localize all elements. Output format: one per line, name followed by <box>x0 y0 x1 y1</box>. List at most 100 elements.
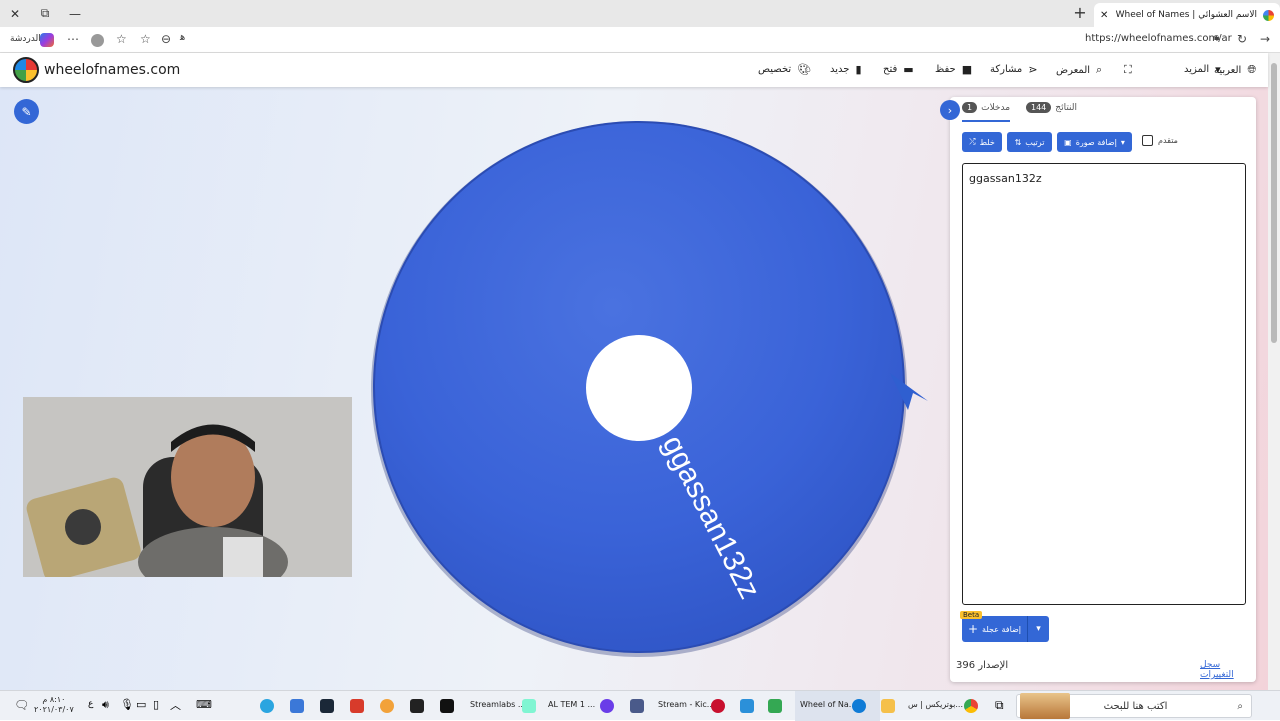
nav-gallery[interactable]: ⌕ المعرض <box>1056 63 1102 77</box>
nav-open[interactable]: ▬ فتح <box>883 63 914 76</box>
sort-button[interactable]: ترتيب ⇅ <box>1007 132 1052 152</box>
share-icon: ⋖ <box>1028 63 1038 76</box>
chrome-app-icon[interactable] <box>964 699 978 713</box>
advanced-checkbox[interactable] <box>1142 135 1153 146</box>
opera-app-icon[interactable] <box>711 699 725 713</box>
add-wheel-main[interactable]: إضافة عجلة + <box>962 616 1027 642</box>
favorites-icon[interactable]: ☆ <box>116 32 127 46</box>
lock-icon[interactable]: 🔒︎ <box>1214 32 1219 43</box>
new-tab-button[interactable]: + <box>1070 3 1090 23</box>
tab-entries[interactable]: مدخلات 1 <box>962 102 1010 113</box>
scroll-thumb[interactable] <box>1271 63 1277 343</box>
taskbar-clock[interactable]: ٨:١٠ م ٢٠٢١/٠٣/٠٧ <box>34 695 74 715</box>
nav-new[interactable]: ▮ جديد <box>830 63 862 76</box>
taskbar-app-label[interactable]: بوتريكس | س... <box>908 700 963 709</box>
search-icon: ⌕ <box>1237 700 1243 712</box>
battery-icon[interactable]: ▭ <box>136 698 146 711</box>
restore-window-icon[interactable]: ⧉ <box>30 0 60 27</box>
wheel[interactable]: ggassan132z <box>360 112 940 672</box>
steam-app-icon[interactable] <box>320 699 334 713</box>
volume-icon[interactable]: 🔊︎ <box>102 698 109 712</box>
taskbar-app-label[interactable]: Stream - Kic... <box>658 700 714 709</box>
nav-customize[interactable]: 🎨︎ تخصيص <box>758 63 811 76</box>
notifications-icon[interactable]: 🗨︎ <box>14 698 29 712</box>
obs-app-icon[interactable] <box>600 699 614 713</box>
url-input[interactable]: https://wheelofnames.com/ar <box>1085 33 1232 44</box>
fullscreen-button[interactable]: ⛶ <box>1124 63 1132 77</box>
refresh-icon[interactable]: ↻ <box>1237 32 1247 46</box>
copilot-icon[interactable] <box>40 33 54 47</box>
network-icon[interactable]: ▯ <box>153 698 159 711</box>
close-window-icon[interactable]: ✕ <box>0 0 30 27</box>
more-menu-icon[interactable]: ⋯ <box>67 32 79 46</box>
microphone-icon[interactable]: 🎙︎ <box>120 698 134 711</box>
profile-avatar-icon[interactable] <box>91 34 104 47</box>
vscode-app-icon[interactable] <box>290 699 304 713</box>
entries-count-badge: 1 <box>962 102 978 113</box>
nav-more-label: المزيد <box>1184 64 1210 75</box>
nav-new-label: جديد <box>830 64 850 75</box>
collapse-panel-button[interactable]: › <box>940 100 960 120</box>
tab-favicon-icon <box>1263 9 1274 21</box>
version-info: الإصدار 396 <box>956 660 1008 671</box>
advanced-toggle[interactable]: متقدم <box>1142 135 1178 146</box>
task-view-icon[interactable]: ⧉ <box>995 698 1004 713</box>
plus-icon: + <box>967 622 979 636</box>
nav-save[interactable]: ■ حفظ <box>935 63 972 76</box>
site-logo-icon[interactable] <box>13 57 39 83</box>
image-icon: ▣ <box>1064 137 1072 147</box>
entries-textarea[interactable]: ggassan132z <box>962 163 1246 605</box>
shuffle-button[interactable]: خلط ⤮ <box>962 132 1002 152</box>
adobe-app-icon[interactable] <box>350 699 364 713</box>
minimize-window-icon[interactable]: — <box>60 0 90 27</box>
edit-title-button[interactable]: ✎ <box>14 99 39 124</box>
edge-app-icon[interactable] <box>852 699 866 713</box>
clock-time: ٨:١٠ م <box>42 695 66 704</box>
mail-app-icon[interactable] <box>740 699 754 713</box>
shuffle-label: خلط <box>979 137 995 147</box>
browser-tab[interactable]: ✕ الاسم العشوائي | Wheel of Names <box>1094 3 1280 27</box>
store-app-icon[interactable] <box>768 699 782 713</box>
streamlabs-app-icon[interactable] <box>522 699 536 713</box>
changelog-link[interactable]: سجل التغييرات <box>1200 660 1256 680</box>
tab-close-icon[interactable]: ✕ <box>1100 10 1108 21</box>
results-count-badge: 144 <box>1026 102 1052 113</box>
save-icon: ■ <box>961 63 973 76</box>
nav-save-label: حفظ <box>935 64 956 75</box>
wheel-center[interactable] <box>586 335 692 441</box>
taskbar-app-label[interactable]: Wheel of Na... <box>800 700 856 709</box>
page-scrollbar[interactable] <box>1268 53 1280 690</box>
beta-badge: Beta <box>960 611 983 619</box>
pencil-icon: ✎ <box>21 104 32 119</box>
nav-language[interactable]: 🌐︎ العربية <box>1214 63 1256 77</box>
back-arrow-icon[interactable]: → <box>1260 32 1270 46</box>
translate-icon[interactable]: ﻫ <box>180 32 185 43</box>
input-language[interactable]: ع <box>88 699 93 709</box>
telegram-app-icon[interactable] <box>260 699 274 713</box>
add-image-dropdown[interactable]: ▾ إضافة صورة ▣ <box>1057 132 1132 152</box>
search-highlight-image[interactable] <box>1020 693 1070 719</box>
nav-language-label: العربية <box>1214 64 1242 76</box>
site-name-link[interactable]: wheelofnames.com <box>44 62 180 78</box>
version-number: 396 <box>956 660 976 671</box>
nav-customize-label: تخصيص <box>758 64 792 75</box>
document-app-icon[interactable] <box>630 699 644 713</box>
profile-label[interactable]: الدردشة <box>10 34 41 44</box>
photoshop-app-icon[interactable] <box>380 699 394 713</box>
tab-title: الاسم العشوائي | Wheel of Names <box>1115 10 1257 20</box>
tab-results[interactable]: النتائج 144 <box>1026 102 1077 113</box>
tiktok-app-icon[interactable] <box>440 699 454 713</box>
add-favorite-icon[interactable]: ☆ <box>140 32 151 46</box>
nav-share[interactable]: ⋖ مشاركة <box>990 63 1038 76</box>
clock-date: ٢٠٢١/٠٣/٠٧ <box>34 705 74 714</box>
show-hidden-icons[interactable]: ︿ <box>170 697 181 713</box>
keyboard-icon[interactable]: ⌨︎ <box>196 698 212 711</box>
reader-icon[interactable]: ⊖ <box>161 32 171 46</box>
taskbar-app-label[interactable]: AL TEM 1 ... <box>548 700 595 709</box>
capcut-app-icon[interactable] <box>410 699 424 713</box>
advanced-label: متقدم <box>1158 136 1178 145</box>
add-wheel-button[interactable]: إضافة عجلة + ▾ <box>962 616 1049 642</box>
taskbar-app-label[interactable]: Streamlabs ... <box>470 700 526 709</box>
add-wheel-dropdown[interactable]: ▾ <box>1027 616 1049 642</box>
file-explorer-app-icon[interactable] <box>881 699 895 713</box>
